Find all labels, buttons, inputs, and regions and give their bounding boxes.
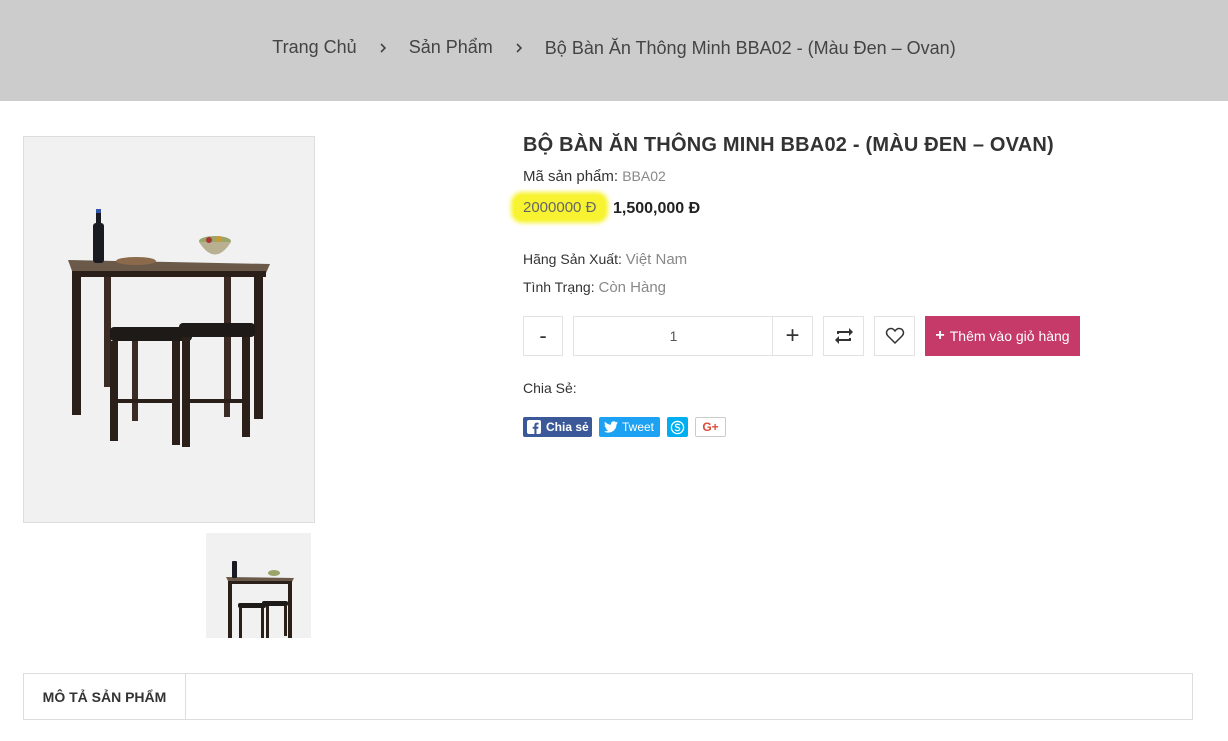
maker-label: Hãng Sản Xuất:: [523, 251, 622, 267]
tab-description[interactable]: MÔ TẢ SẢN PHẨM: [24, 674, 186, 719]
quantity-input[interactable]: 1: [573, 316, 773, 356]
twitter-tweet-button[interactable]: Tweet: [599, 417, 660, 437]
breadcrumb-products-link[interactable]: Sản Phẩm: [409, 37, 493, 57]
plus-icon: +: [935, 327, 945, 344]
quantity-decrease-button[interactable]: -: [523, 316, 563, 356]
add-to-cart-button[interactable]: + Thêm vào giỏ hàng: [925, 316, 1080, 356]
breadcrumb-current: Bộ Bàn Ăn Thông Minh BBA02 - (Màu Đen – …: [544, 37, 956, 58]
product-main-image[interactable]: [23, 136, 315, 523]
maker-value: Việt Nam: [625, 251, 688, 268]
sku-value: BBA02: [622, 168, 666, 184]
sale-price: 1,500,000 Đ: [613, 200, 701, 217]
thumbnail-image: [226, 561, 294, 638]
chevron-right-icon: [516, 43, 522, 53]
breadcrumb-bar: Trang Chủ Sản Phẩm Bộ Bàn Ăn Thông Minh …: [0, 0, 1228, 101]
product-status: Tình Trạng: Còn Hàng: [523, 279, 666, 296]
compare-button[interactable]: [823, 316, 864, 356]
facebook-icon: [527, 420, 541, 434]
sku-label: Mã sản phẩm:: [523, 168, 619, 185]
heart-icon: [885, 327, 904, 345]
twitter-tweet-label: Tweet: [622, 420, 655, 434]
status-value: Còn Hàng: [598, 279, 667, 296]
status-label: Tình Trạng:: [523, 279, 595, 295]
share-label: Chia Sẻ:: [523, 380, 577, 396]
product-maker: Hãng Sản Xuất: Việt Nam: [523, 251, 687, 268]
google-plus-share-button[interactable]: G+: [695, 417, 726, 437]
chevron-right-icon: [380, 43, 386, 53]
skype-share-button[interactable]: [667, 417, 688, 437]
skype-icon: [670, 420, 685, 434]
wishlist-button[interactable]: [874, 316, 915, 356]
add-to-cart-label: Thêm vào giỏ hàng: [949, 328, 1070, 344]
breadcrumb: Trang Chủ Sản Phẩm Bộ Bàn Ăn Thông Minh …: [0, 37, 1228, 59]
breadcrumb-home-link[interactable]: Trang Chủ: [272, 37, 356, 57]
refresh-icon: [834, 328, 853, 344]
product-sku: Mã sản phẩm: BBA02: [523, 168, 666, 185]
product-thumbnail[interactable]: [206, 533, 311, 638]
facebook-share-button[interactable]: Chia sẻ: [523, 417, 592, 437]
twitter-icon: [604, 421, 618, 433]
product-title: BỘ BÀN ĂN THÔNG MINH BBA02 - (MÀU ĐEN – …: [523, 134, 1054, 156]
table-set-image: [68, 209, 270, 447]
product-tabs: MÔ TẢ SẢN PHẨM: [23, 673, 1193, 720]
quantity-increase-button[interactable]: +: [772, 316, 813, 356]
facebook-share-label: Chia sẻ: [546, 420, 589, 434]
old-price: 2000000 Đ: [514, 195, 606, 220]
